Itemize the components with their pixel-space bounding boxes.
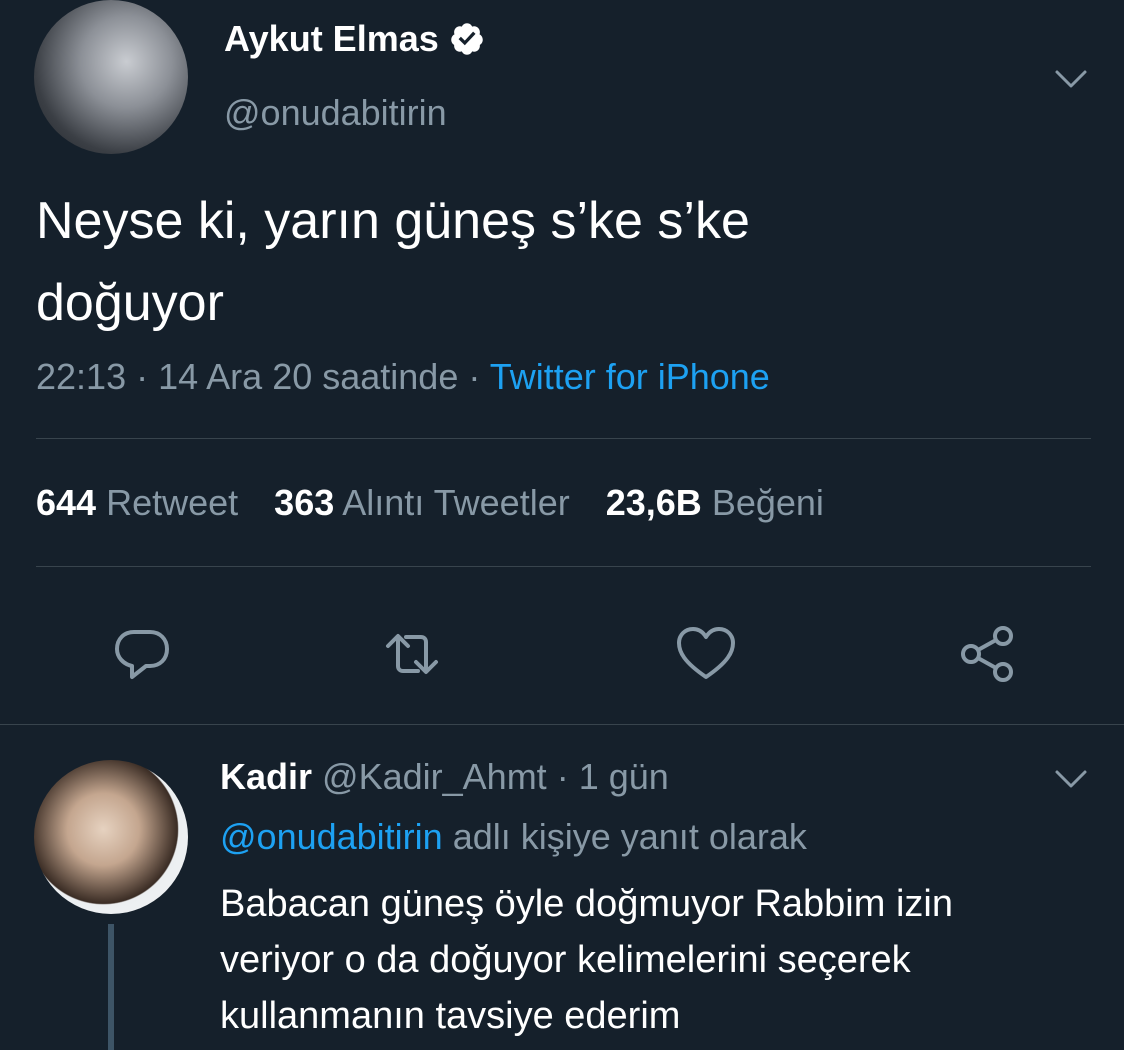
chevron-down-icon[interactable] <box>1054 768 1088 790</box>
tweet-text-line: Neyse ki, yarın güneş s’ke s’ke <box>36 192 750 250</box>
tweet-stats: 644 Retweet 363 Alıntı Tweetler 23,6B Be… <box>36 482 824 524</box>
likes-label: Beğeni <box>711 482 824 523</box>
reply-author-name[interactable]: Kadir <box>220 756 312 797</box>
retweet-icon[interactable] <box>380 622 444 686</box>
reply-header: Kadir @Kadir_Ahmt · 1 gün <box>220 756 669 798</box>
author-avatar[interactable] <box>34 0 188 154</box>
retweets-label: Retweet <box>106 482 239 523</box>
tweet-text: Neyse ki, yarın güneş s’ke s’ke doğuyor <box>36 180 1036 344</box>
replying-to: @onudabitirin adlı kişiye yanıt olarak <box>220 816 807 858</box>
reply-text: Babacan güneş öyle doğmuyor Rabbim izin … <box>220 876 1100 1044</box>
divider <box>36 438 1091 439</box>
author-name[interactable]: Aykut Elmas <box>224 18 439 60</box>
share-icon[interactable] <box>956 622 1020 686</box>
thread-line <box>108 924 114 1050</box>
section-divider <box>0 724 1124 725</box>
replying-to-mention[interactable]: @onudabitirin <box>220 816 443 857</box>
tweet-page: Aykut Elmas @onudabitirin Neyse ki, yarı… <box>0 0 1124 1050</box>
tweet-source-link[interactable]: Twitter for iPhone <box>490 356 770 397</box>
author-handle[interactable]: @onudabitirin <box>224 92 447 134</box>
tweet-date: 14 Ara 20 saatinde <box>158 356 459 397</box>
reply-author-handle[interactable]: @Kadir_Ahmt <box>322 756 547 797</box>
divider <box>36 566 1091 567</box>
replying-to-label: adlı kişiye yanıt olarak <box>452 816 807 857</box>
quotes-count: 363 <box>274 482 335 523</box>
retweets-stat[interactable]: 644 Retweet <box>36 482 238 524</box>
quotes-label: Alıntı Tweetler <box>342 482 570 523</box>
author-name-row[interactable]: Aykut Elmas <box>224 18 485 60</box>
meta-separator: · <box>556 756 579 797</box>
reply-icon[interactable] <box>110 622 174 686</box>
chevron-down-icon[interactable] <box>1054 68 1088 90</box>
reply-time[interactable]: 1 gün <box>579 756 669 797</box>
quotes-stat[interactable]: 363 Alıntı Tweetler <box>274 482 570 524</box>
verified-badge-icon <box>451 23 483 55</box>
tweet-text-line: doğuyor <box>36 274 224 332</box>
reply-text-line: kullanmanın tavsiye ederim <box>220 995 681 1037</box>
reply-author-avatar[interactable] <box>34 760 188 914</box>
retweets-count: 644 <box>36 482 97 523</box>
tweet-meta: 22:13 · 14 Ara 20 saatinde · Twitter for… <box>36 356 770 398</box>
meta-separator: · <box>136 356 159 397</box>
likes-stat[interactable]: 23,6B Beğeni <box>606 482 824 524</box>
reply-text-line: veriyor o da doğuyor kelimelerini seçere… <box>220 939 911 981</box>
like-icon[interactable] <box>674 622 738 686</box>
meta-separator: · <box>468 356 490 397</box>
tweet-time: 22:13 <box>36 356 127 397</box>
likes-count: 23,6B <box>605 482 702 523</box>
reply-text-line: Babacan güneş öyle doğmuyor Rabbim izin <box>220 883 953 925</box>
